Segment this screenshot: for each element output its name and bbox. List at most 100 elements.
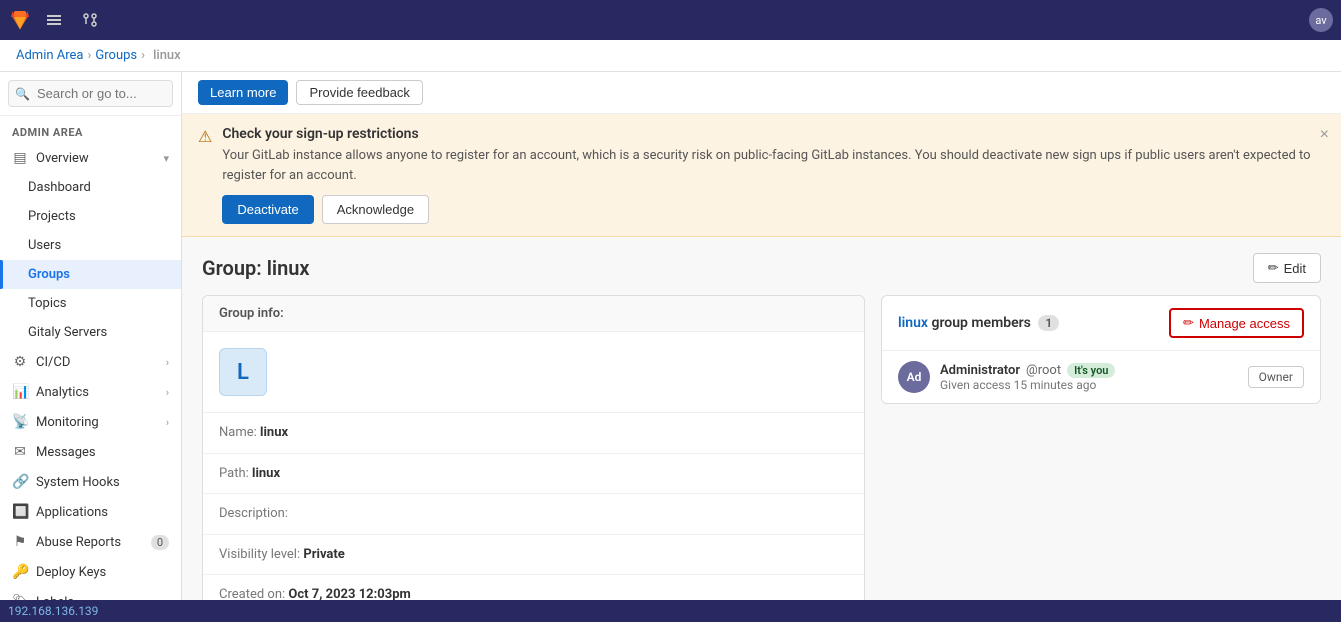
- top-action-bar: Learn more Provide feedback: [182, 72, 1341, 114]
- sidebar-item-label: Analytics: [36, 385, 89, 400]
- cicd-icon: ⚙: [12, 354, 28, 370]
- path-value: linux: [252, 466, 280, 481]
- group-info-col: Group info: L Name: linux Path: linux De…: [202, 295, 865, 600]
- content-area: Learn more Provide feedback ⚠ Check your…: [182, 72, 1341, 600]
- visibility-value: Private: [303, 547, 344, 562]
- sidebar-item-analytics[interactable]: 📊 Analytics ›: [0, 377, 181, 407]
- sidebar-item-gitaly[interactable]: Gitaly Servers: [0, 318, 181, 347]
- sidebar-item-label: Labels: [36, 595, 74, 601]
- created-value: Oct 7, 2023 12:03pm: [288, 587, 410, 600]
- sidebar-item-label: Dashboard: [28, 180, 91, 195]
- its-you-badge: It's you: [1067, 363, 1115, 378]
- chevron-right-icon-analytics: ›: [166, 386, 169, 399]
- sidebar-item-messages[interactable]: ✉ Messages: [0, 437, 181, 467]
- sidebar-item-label: Overview: [36, 151, 89, 166]
- monitoring-icon: 📡: [12, 414, 28, 430]
- user-avatar[interactable]: av: [1309, 8, 1333, 32]
- sidebar-item-labels[interactable]: 🏷 Labels: [0, 587, 181, 600]
- member-row: Ad Administrator @root It's you Given ac…: [882, 351, 1320, 403]
- member-info: Administrator @root It's you Given acces…: [940, 363, 1238, 392]
- sidebar-toggle-icon[interactable]: [40, 6, 68, 34]
- name-value: linux: [260, 425, 288, 440]
- members-label: group members: [931, 315, 1030, 331]
- sidebar-search-area: 🔍: [0, 72, 181, 116]
- sidebar-item-label: Messages: [36, 445, 96, 460]
- deactivate-button[interactable]: Deactivate: [222, 195, 313, 224]
- top-bar: av: [0, 0, 1341, 40]
- page-header: Group: linux ✏ Edit: [182, 237, 1341, 295]
- sidebar-item-topics[interactable]: Topics: [0, 289, 181, 318]
- chevron-right-icon-monitoring: ›: [166, 416, 169, 429]
- created-label: Created on:: [219, 587, 285, 600]
- labels-icon: 🏷: [12, 594, 28, 600]
- messages-icon: ✉: [12, 444, 28, 460]
- overview-icon: ▤: [12, 150, 28, 166]
- members-col: linux group members 1 ✏ Manage access Ad: [881, 295, 1321, 600]
- info-row-description: Description:: [203, 494, 864, 535]
- banner-title: Check your sign-up restrictions: [222, 126, 1325, 142]
- gitlab-logo[interactable]: [8, 8, 32, 32]
- pencil-icon: ✏: [1183, 315, 1194, 331]
- banner-close-button[interactable]: ×: [1320, 126, 1329, 144]
- sidebar-item-label: Deploy Keys: [36, 565, 106, 580]
- status-ip-link[interactable]: 192.168.136.139: [8, 604, 98, 618]
- warning-icon: ⚠: [198, 127, 212, 224]
- sidebar-item-groups[interactable]: Groups: [0, 260, 181, 289]
- breadcrumb-sep1: ›: [88, 48, 92, 63]
- hooks-icon: 🔗: [12, 474, 28, 490]
- sidebar-item-overview[interactable]: ▤ Overview ▾: [0, 143, 181, 173]
- analytics-icon: 📊: [12, 384, 28, 400]
- owner-badge: Owner: [1248, 366, 1304, 388]
- member-name: Administrator: [940, 363, 1020, 378]
- group-avatar-wrap: L: [203, 332, 864, 413]
- sidebar-item-label: System Hooks: [36, 475, 120, 490]
- sidebar-section-label: Admin Area: [0, 116, 181, 143]
- sidebar: 🔍 Admin Area ▤ Overview ▾ Dashboard Proj…: [0, 72, 182, 600]
- sidebar-item-label: Applications: [36, 505, 108, 520]
- provide-feedback-button[interactable]: Provide feedback: [296, 80, 422, 105]
- deploy-keys-icon: 🔑: [12, 564, 28, 580]
- acknowledge-button[interactable]: Acknowledge: [322, 195, 429, 224]
- info-row-created: Created on: Oct 7, 2023 12:03pm: [203, 575, 864, 600]
- edit-button[interactable]: ✏ Edit: [1253, 253, 1321, 283]
- sidebar-item-projects[interactable]: Projects: [0, 202, 181, 231]
- sidebar-item-cicd[interactable]: ⚙ CI/CD ›: [0, 347, 181, 377]
- manage-access-button[interactable]: ✏ Manage access: [1169, 308, 1304, 338]
- sidebar-item-label: CI/CD: [36, 355, 70, 370]
- chevron-down-icon: ▾: [163, 152, 169, 165]
- learn-more-button[interactable]: Learn more: [198, 80, 288, 105]
- sidebar-item-label: Topics: [28, 296, 67, 311]
- sidebar-item-users[interactable]: Users: [0, 231, 181, 260]
- abuse-icon: ⚑: [12, 534, 28, 550]
- chevron-right-icon: ›: [166, 356, 169, 369]
- signup-restriction-banner: ⚠ Check your sign-up restrictions Your G…: [182, 114, 1341, 237]
- sidebar-item-deploy-keys[interactable]: 🔑 Deploy Keys: [0, 557, 181, 587]
- members-card-header: linux group members 1 ✏ Manage access: [882, 296, 1320, 351]
- visibility-label: Visibility level:: [219, 547, 300, 562]
- name-label: Name:: [219, 425, 257, 440]
- member-name-row: Administrator @root It's you: [940, 363, 1238, 378]
- member-access-time: Given access 15 minutes ago: [940, 378, 1238, 392]
- search-input[interactable]: [8, 80, 173, 107]
- breadcrumb: Admin Area › Groups › linux: [0, 40, 1341, 72]
- breadcrumb-current: linux: [153, 48, 181, 63]
- sidebar-item-monitoring[interactable]: 📡 Monitoring ›: [0, 407, 181, 437]
- sidebar-item-label: Abuse Reports: [36, 535, 121, 550]
- description-label: Description:: [219, 506, 288, 521]
- sidebar-item-abuse-reports[interactable]: ⚑ Abuse Reports 0: [0, 527, 181, 557]
- search-icon: 🔍: [15, 87, 30, 101]
- group-info-header: Group info:: [203, 296, 864, 332]
- merge-request-icon[interactable]: [76, 6, 104, 34]
- sidebar-item-system-hooks[interactable]: 🔗 System Hooks: [0, 467, 181, 497]
- page-title: Group: linux: [202, 256, 310, 280]
- sidebar-item-dashboard[interactable]: Dashboard: [0, 173, 181, 202]
- info-row-path: Path: linux: [203, 454, 864, 495]
- breadcrumb-groups-link[interactable]: Groups: [95, 48, 137, 63]
- members-title: linux group members 1: [898, 315, 1059, 331]
- two-col-layout: Group info: L Name: linux Path: linux De…: [182, 295, 1341, 600]
- sidebar-item-applications[interactable]: 🔲 Applications: [0, 497, 181, 527]
- info-row-name: Name: linux: [203, 413, 864, 454]
- breadcrumb-admin-link[interactable]: Admin Area: [16, 48, 84, 63]
- new-item-icon[interactable]: [112, 6, 140, 34]
- edit-pencil-icon: ✏: [1268, 260, 1279, 276]
